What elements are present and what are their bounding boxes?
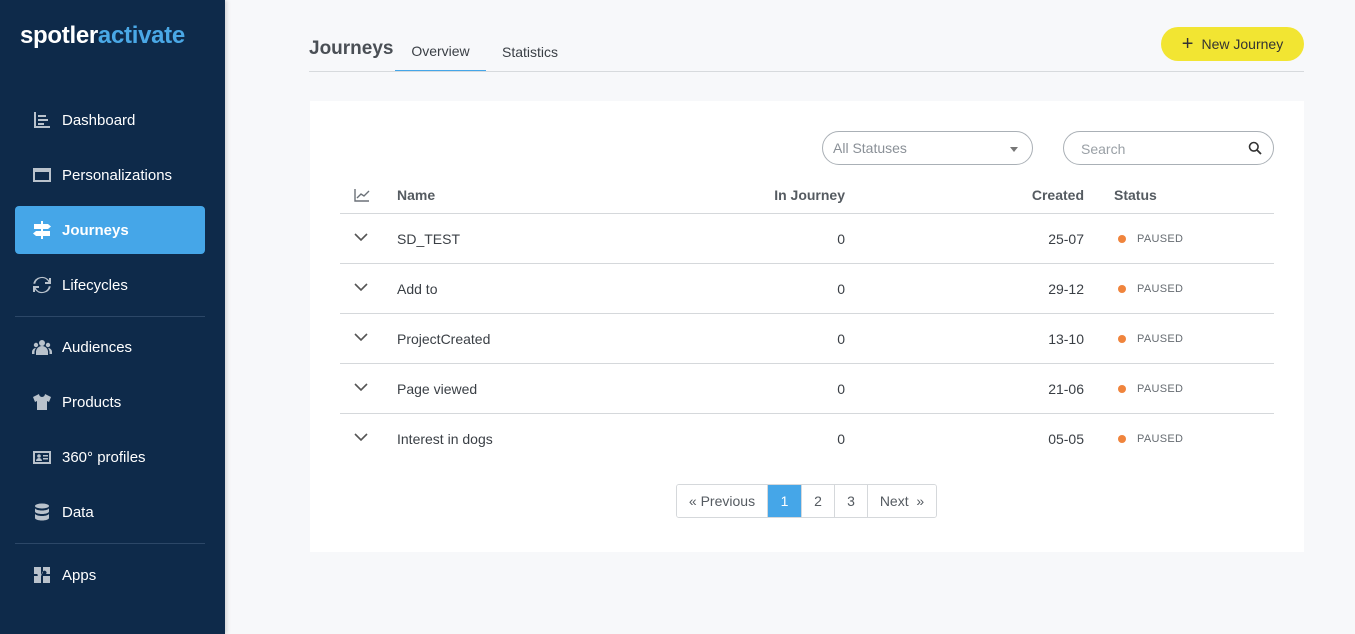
sidebar-item-data[interactable]: Data	[15, 488, 205, 536]
search-input[interactable]	[1081, 139, 1241, 159]
table-row[interactable]: ProjectCreated 0 13-10 PAUSED	[340, 314, 1274, 364]
status-dot	[1118, 385, 1126, 393]
sidebar-item-products[interactable]: Products	[15, 378, 205, 426]
pagination-page-1[interactable]: 1	[767, 485, 801, 517]
pagination-page-2[interactable]: 2	[801, 485, 834, 517]
caret-down-icon	[1010, 147, 1018, 152]
created-date: 21-06	[1048, 381, 1084, 397]
sidebar-item-label: 360° profiles	[62, 448, 146, 466]
pagination-next[interactable]: Next »	[867, 485, 936, 517]
sidebar: spotleractivate Dashboard Personalizatio…	[0, 0, 225, 634]
pagination-page-3[interactable]: 3	[834, 485, 867, 517]
created-date: 05-05	[1048, 431, 1084, 447]
logo-text-spotler: spotler	[20, 22, 98, 49]
status-label: PAUSED	[1137, 383, 1184, 395]
signpost-icon	[31, 219, 53, 241]
table-row[interactable]: Page viewed 0 21-06 PAUSED	[340, 364, 1274, 414]
status-dot	[1118, 435, 1126, 443]
column-header-name[interactable]: Name	[397, 187, 435, 203]
sidebar-item-360-profiles[interactable]: 360° profiles	[15, 433, 205, 481]
column-header-created[interactable]: Created	[1032, 187, 1084, 203]
chevron-down-icon[interactable]	[354, 232, 368, 242]
sidebar-item-label: Lifecycles	[62, 276, 128, 294]
chevron-down-icon[interactable]	[354, 382, 368, 392]
status-dot	[1118, 285, 1126, 293]
column-header-status[interactable]: Status	[1114, 187, 1157, 203]
sidebar-item-label: Journeys	[62, 221, 129, 239]
sidebar-item-lifecycles[interactable]: Lifecycles	[15, 261, 205, 309]
database-icon	[31, 501, 53, 523]
sidebar-divider	[15, 316, 205, 317]
status-badge: PAUSED	[1118, 233, 1183, 245]
in-journey-count: 0	[837, 381, 845, 397]
chevron-down-icon[interactable]	[354, 432, 368, 442]
sidebar-item-apps[interactable]: Apps	[15, 551, 205, 599]
status-label: PAUSED	[1137, 233, 1184, 245]
in-journey-count: 0	[837, 431, 845, 447]
new-journey-button[interactable]: + New Journey	[1161, 27, 1304, 61]
status-label: PAUSED	[1137, 333, 1184, 345]
search-icon[interactable]	[1248, 141, 1262, 155]
sidebar-item-personalizations[interactable]: Personalizations	[15, 151, 205, 199]
id-card-icon	[31, 446, 53, 468]
pagination: « Previous 1 2 3 Next »	[676, 484, 937, 518]
journey-name[interactable]: Page viewed	[397, 381, 477, 397]
spotler-activate-logo[interactable]: spotleractivate	[20, 22, 185, 50]
table-row[interactable]: SD_TEST 0 25-07 PAUSED	[340, 214, 1274, 264]
search-box	[1063, 131, 1274, 165]
status-filter-select[interactable]: All Statuses	[822, 131, 1033, 165]
browser-window-icon	[31, 164, 53, 186]
sidebar-item-label: Personalizations	[62, 166, 173, 184]
journeys-card: All Statuses Name In Journey Created Sta…	[310, 101, 1304, 552]
table-row[interactable]: Interest in dogs 0 05-05 PAUSED	[340, 414, 1274, 464]
tab-overview[interactable]: Overview	[395, 31, 486, 72]
status-badge: PAUSED	[1118, 283, 1183, 295]
new-journey-label: New Journey	[1201, 36, 1284, 52]
created-date: 29-12	[1048, 281, 1084, 297]
status-filter-value: All Statuses	[833, 140, 907, 156]
logo-text-activate: activate	[97, 22, 185, 49]
table-row[interactable]: Add to 0 29-12 PAUSED	[340, 264, 1274, 314]
sidebar-item-label: Apps	[62, 566, 97, 584]
puzzle-icon	[31, 564, 53, 586]
chevron-down-icon[interactable]	[354, 282, 368, 292]
column-header-in-journey[interactable]: In Journey	[774, 187, 845, 203]
journey-name[interactable]: SD_TEST	[397, 231, 460, 247]
refresh-cycle-icon	[31, 274, 53, 296]
status-label: PAUSED	[1137, 433, 1184, 445]
in-journey-count: 0	[837, 331, 845, 347]
sidebar-item-label: Products	[62, 393, 122, 411]
status-badge: PAUSED	[1118, 433, 1183, 445]
created-date: 13-10	[1048, 331, 1084, 347]
line-chart-icon[interactable]	[354, 188, 370, 202]
tshirt-icon	[31, 391, 53, 413]
in-journey-count: 0	[837, 231, 845, 247]
page-title: Journeys	[309, 38, 394, 59]
sidebar-item-label: Data	[62, 503, 94, 521]
status-dot	[1118, 335, 1126, 343]
sidebar-divider	[15, 543, 205, 544]
journey-name[interactable]: Interest in dogs	[397, 431, 493, 447]
created-date: 25-07	[1048, 231, 1084, 247]
status-dot	[1118, 235, 1126, 243]
plus-icon: +	[1181, 33, 1194, 55]
users-icon	[31, 336, 53, 358]
sidebar-item-label: Dashboard	[62, 111, 136, 129]
pagination-previous[interactable]: « Previous	[677, 485, 767, 517]
journey-name[interactable]: ProjectCreated	[397, 331, 490, 347]
sidebar-item-audiences[interactable]: Audiences	[15, 323, 205, 371]
header-divider	[309, 71, 1304, 72]
journey-name[interactable]: Add to	[397, 281, 437, 297]
sidebar-item-journeys[interactable]: Journeys	[15, 206, 205, 254]
status-label: PAUSED	[1137, 283, 1184, 295]
status-badge: PAUSED	[1118, 383, 1183, 395]
in-journey-count: 0	[837, 281, 845, 297]
status-badge: PAUSED	[1118, 333, 1183, 345]
sidebar-item-dashboard[interactable]: Dashboard	[15, 96, 205, 144]
dashboard-icon	[31, 109, 53, 131]
tab-statistics[interactable]: Statistics	[490, 31, 570, 72]
sidebar-item-label: Audiences	[62, 338, 133, 356]
chevron-down-icon[interactable]	[354, 332, 368, 342]
